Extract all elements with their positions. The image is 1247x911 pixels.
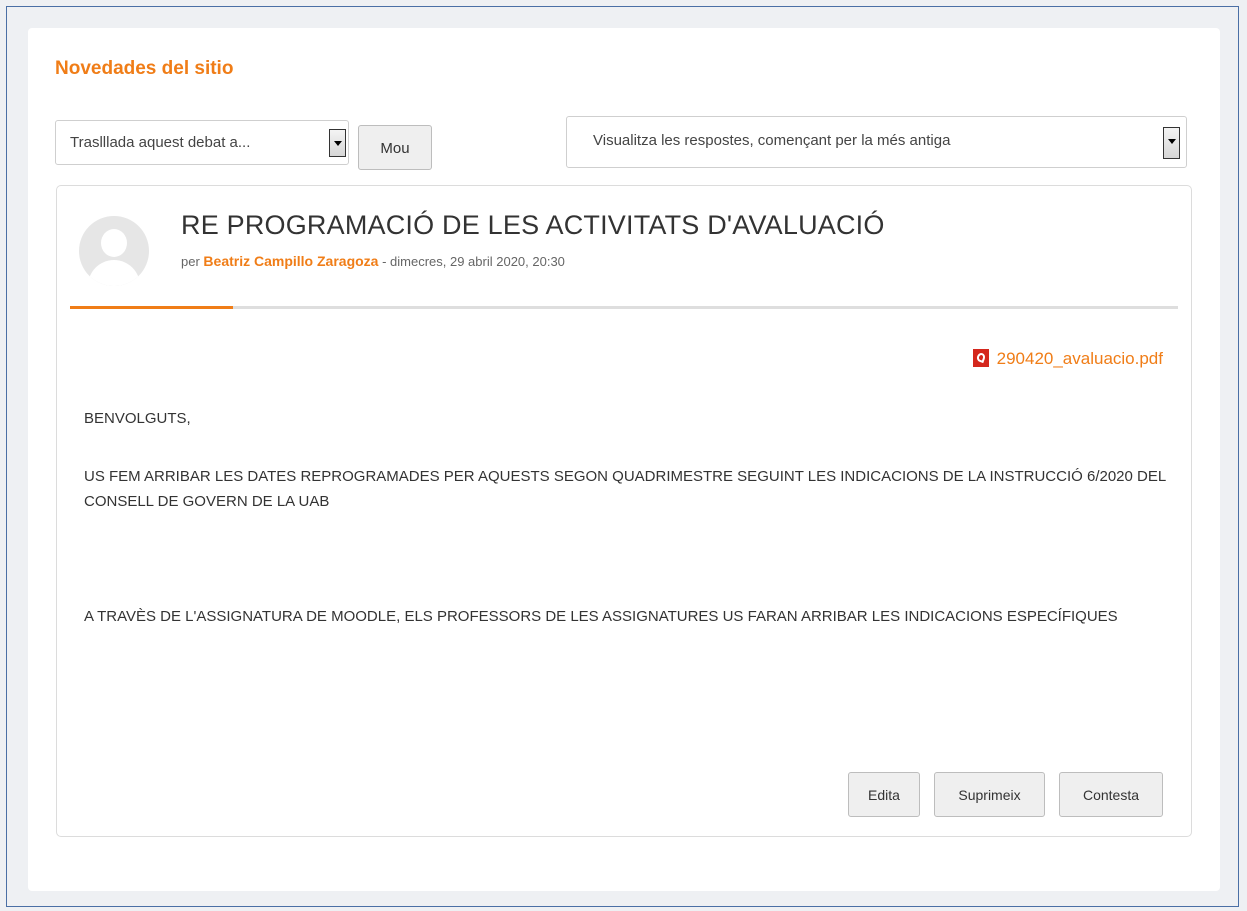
avatar-head-shape bbox=[101, 229, 127, 257]
post-body-paragraph: A TRAVÈS DE L'ASSIGNATURA DE MOODLE, ELS… bbox=[84, 608, 1118, 625]
attachment-filename[interactable]: 290420_avaluacio.pdf bbox=[997, 349, 1163, 368]
post-body-paragraph: US FEM ARRIBAR LES DATES REPROGRAMADES P… bbox=[84, 468, 1166, 510]
forum-post: RE PROGRAMACIÓ DE LES ACTIVITATS D'AVALU… bbox=[56, 185, 1192, 837]
pdf-icon bbox=[972, 349, 989, 367]
post-byline: per Beatriz Campillo Zaragoza - dimecres… bbox=[181, 253, 565, 269]
move-button[interactable]: Mou bbox=[358, 125, 432, 170]
post-date: - dimecres, 29 abril 2020, 20:30 bbox=[378, 254, 565, 269]
move-discussion-select[interactable]: Traslllada aquest debat a... bbox=[55, 120, 349, 165]
byline-prefix: per bbox=[181, 254, 200, 269]
post-body-paragraph: BENVOLGUTS, bbox=[84, 410, 191, 427]
edit-button[interactable]: Edita bbox=[848, 772, 920, 817]
page-frame: Novedades del sitio Traslllada aquest de… bbox=[6, 6, 1239, 907]
move-discussion-select-value: Traslllada aquest debat a... bbox=[70, 134, 251, 151]
avatar-body-shape bbox=[88, 260, 140, 286]
delete-button[interactable]: Suprimeix bbox=[934, 772, 1045, 817]
user-avatar[interactable] bbox=[79, 216, 149, 286]
post-header-divider bbox=[70, 306, 1178, 309]
display-mode-select[interactable]: Visualitza les respostes, començant per … bbox=[566, 116, 1187, 168]
reply-button[interactable]: Contesta bbox=[1059, 772, 1163, 817]
post-subject: RE PROGRAMACIÓ DE LES ACTIVITATS D'AVALU… bbox=[181, 210, 885, 240]
chevron-down-icon[interactable] bbox=[1163, 127, 1180, 159]
chevron-down-icon[interactable] bbox=[329, 129, 346, 157]
author-link[interactable]: Beatriz Campillo Zaragoza bbox=[203, 253, 378, 269]
divider-accent bbox=[70, 306, 233, 309]
forum-title: Novedades del sitio bbox=[55, 58, 234, 79]
attachment-link[interactable]: 290420_avaluacio.pdf bbox=[972, 349, 1163, 369]
forum-container: Novedades del sitio Traslllada aquest de… bbox=[28, 28, 1220, 891]
display-mode-select-value: Visualitza les respostes, començant per … bbox=[593, 132, 951, 149]
